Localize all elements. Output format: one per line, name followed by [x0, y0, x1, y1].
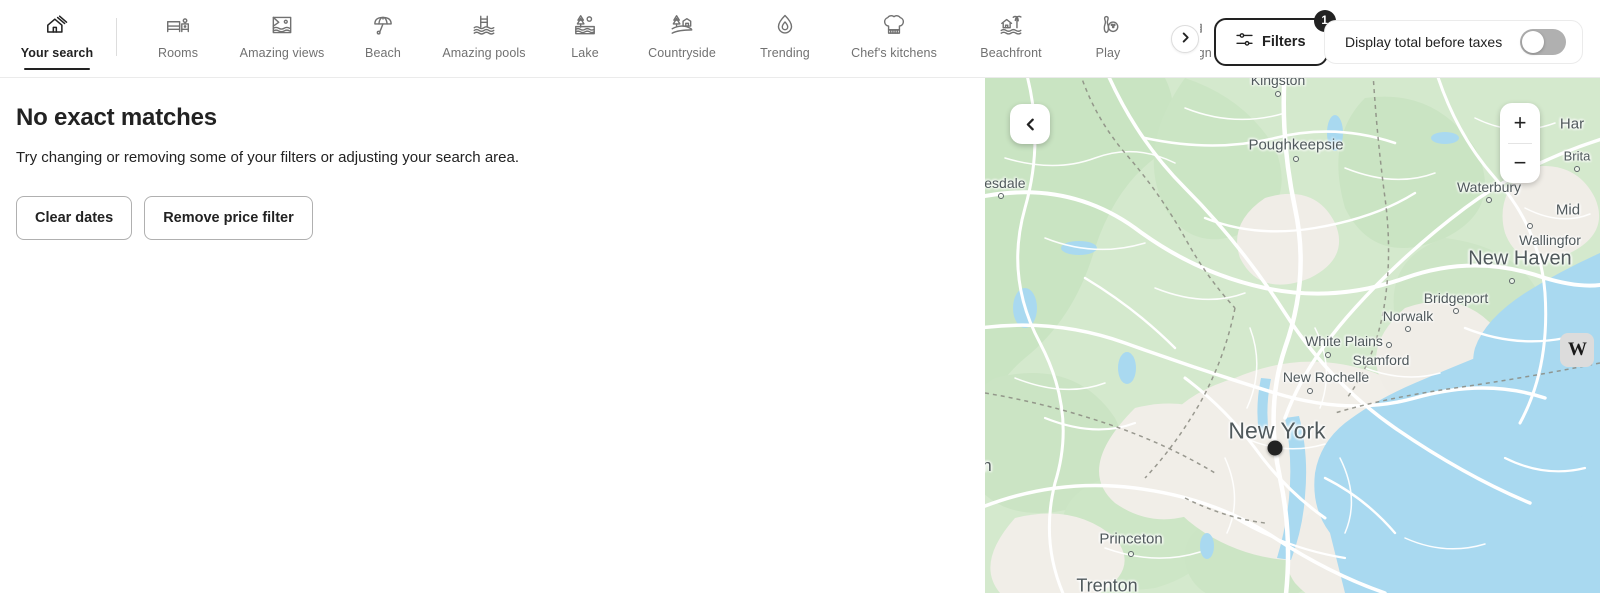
header-divider — [116, 18, 117, 56]
category-label: Amazing views — [239, 46, 325, 60]
taxes-switch[interactable] — [1520, 29, 1567, 55]
category-amazing-pools[interactable]: Amazing pools — [425, 0, 543, 78]
display-total-before-taxes-toggle[interactable]: Display total before taxes — [1324, 20, 1584, 64]
filters-button[interactable]: Filters 1 — [1214, 10, 1336, 66]
beachfront-hut-icon — [998, 12, 1024, 38]
pool-ladder-icon — [471, 12, 497, 38]
category-label: Lake — [571, 46, 599, 60]
category-lake[interactable]: Lake — [543, 0, 627, 78]
beach-umbrella-icon — [370, 12, 396, 38]
page-title: No exact matches — [16, 104, 217, 131]
lake-tree-icon — [572, 12, 598, 38]
framed-view-icon — [269, 12, 295, 38]
clear-dates-button[interactable]: Clear dates — [16, 196, 133, 240]
map-collapse-button[interactable] — [1010, 104, 1050, 144]
map-zoom-out-button[interactable]: − — [1500, 144, 1540, 184]
remove-price-filter-button[interactable]: Remove price filter — [144, 196, 313, 240]
bed-room-icon — [165, 12, 191, 38]
category-strip[interactable]: Your search Rooms Amazing views Beach Am… — [0, 0, 1235, 78]
chevron-right-icon — [1180, 30, 1191, 48]
category-label: Rooms — [157, 46, 199, 60]
sliders-filter-icon — [1236, 31, 1253, 53]
category-label: Your search — [20, 46, 94, 60]
category-label: Chef's kitchens — [851, 46, 937, 60]
category-label: Amazing pools — [442, 46, 526, 60]
flame-trending-icon — [772, 12, 798, 38]
category-header: Your search Rooms Amazing views Beach Am… — [0, 0, 1600, 78]
location-dot-marker[interactable] — [1267, 440, 1283, 456]
map-panel[interactable]: KingstonPoughkeepsieHarBritanesdaleWater… — [985, 78, 1600, 593]
map-zoom-controls[interactable]: + − — [1500, 103, 1540, 183]
category-label: Countryside — [648, 46, 716, 60]
taxes-toggle-label: Display total before taxes — [1345, 34, 1503, 50]
category-amazing-views[interactable]: Amazing views — [223, 0, 341, 78]
category-scroll-next-button[interactable] — [1171, 25, 1199, 53]
bowling-play-icon — [1095, 12, 1121, 38]
category-play[interactable]: Play — [1067, 0, 1149, 78]
category-rooms[interactable]: Rooms — [133, 0, 223, 78]
page-subtitle: Try changing or removing some of your fi… — [16, 149, 520, 166]
switch-knob — [1522, 31, 1545, 53]
category-chefs-kitchens[interactable]: Chef's kitchens — [833, 0, 955, 78]
results-actions: Clear dates Remove price filter — [16, 196, 969, 240]
category-beachfront[interactable]: Beachfront — [955, 0, 1067, 78]
countryside-barn-icon — [669, 12, 695, 38]
active-underline — [24, 68, 90, 70]
category-your-search[interactable]: Your search — [14, 0, 100, 78]
category-label: Trending — [760, 46, 810, 60]
chevron-left-icon — [1024, 118, 1037, 131]
category-countryside[interactable]: Countryside — [627, 0, 737, 78]
chef-hat-icon — [881, 12, 907, 38]
map-style-glyph: W — [1568, 339, 1587, 360]
map-style-button[interactable]: W — [1560, 333, 1594, 367]
category-label: Play — [1095, 46, 1121, 60]
search-results-panel: No exact matches Try changing or removin… — [0, 78, 985, 593]
category-beach[interactable]: Beach — [341, 0, 425, 78]
map-zoom-in-button[interactable]: + — [1500, 103, 1540, 143]
category-label: Beachfront — [980, 46, 1042, 60]
category-trending[interactable]: Trending — [737, 0, 833, 78]
filters-button-label: Filters — [1262, 34, 1306, 50]
category-label: Beach — [365, 46, 401, 60]
house-search-icon — [44, 12, 70, 38]
